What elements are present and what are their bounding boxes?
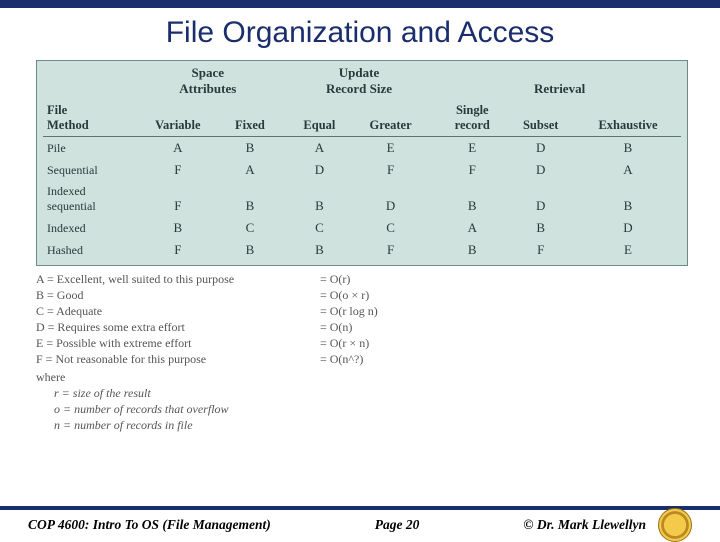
footer-bar: COP 4600: Intro To OS (File Management) … [0, 506, 720, 540]
cell: B [220, 181, 280, 217]
legend-def: n = number of records in file [36, 418, 296, 433]
legend-def: r = size of the result [36, 386, 296, 401]
legend-def: o = number of records that overflow [36, 402, 296, 417]
cell: B [438, 239, 506, 261]
cell: D [288, 159, 351, 181]
col-greater: Greater [351, 101, 430, 137]
legend-panel: A = Excellent, well suited to this purpo… [36, 272, 688, 433]
col-file-method: File Method [43, 101, 136, 137]
col-variable: Variable [136, 101, 220, 137]
row-label: Indexed sequential [43, 181, 136, 217]
grade-matrix-panel: Space Attributes Update Record Size Retr… [36, 60, 688, 266]
cell: D [506, 137, 575, 160]
col-single: Single record [438, 101, 506, 137]
legend-complexity: = O(n) [316, 320, 378, 335]
content-area: Space Attributes Update Record Size Retr… [0, 54, 720, 506]
cell: F [351, 159, 430, 181]
footer-page: Page 20 [271, 517, 524, 533]
legend-where: where [36, 370, 296, 385]
group-space: Space Attributes [136, 63, 280, 101]
table-row: Indexed sequential F B B D B D B [43, 181, 681, 217]
cell: C [288, 217, 351, 239]
footer-author: © Dr. Mark Llewellyn [523, 517, 646, 533]
cell: B [288, 239, 351, 261]
cell: E [575, 239, 681, 261]
cell: C [351, 217, 430, 239]
cell: B [438, 181, 506, 217]
footer-course: COP 4600: Intro To OS (File Management) [28, 517, 271, 533]
legend-grade: A = Excellent, well suited to this purpo… [36, 272, 296, 287]
cell: F [136, 181, 220, 217]
cell: A [220, 159, 280, 181]
cell: E [351, 137, 430, 160]
legend-grade: D = Requires some extra effort [36, 320, 296, 335]
col-exhaustive: Exhaustive [575, 101, 681, 137]
col-fixed: Fixed [220, 101, 280, 137]
cell: D [575, 217, 681, 239]
cell: B [575, 137, 681, 160]
grade-matrix-table: Space Attributes Update Record Size Retr… [43, 63, 681, 261]
row-label: Indexed [43, 217, 136, 239]
top-accent-bar [0, 0, 720, 8]
table-row: Indexed B C C C A B D [43, 217, 681, 239]
cell: F [136, 159, 220, 181]
cell: F [506, 239, 575, 261]
row-label: Pile [43, 137, 136, 160]
page-title: File Organization and Access [0, 8, 720, 54]
cell: A [288, 137, 351, 160]
cell: B [288, 181, 351, 217]
cell: F [136, 239, 220, 261]
cell: D [506, 159, 575, 181]
col-equal: Equal [288, 101, 351, 137]
cell: F [438, 159, 506, 181]
legend-complexity: = O(r log n) [316, 304, 378, 319]
legend-complexity: = O(n^?) [316, 352, 378, 367]
cell: A [575, 159, 681, 181]
cell: B [506, 217, 575, 239]
legend-complexity: = O(r) [316, 272, 378, 287]
table-row: Pile A B A E E D B [43, 137, 681, 160]
cell: F [351, 239, 430, 261]
ucf-seal-icon [658, 508, 692, 542]
legend-grade: C = Adequate [36, 304, 296, 319]
legend-complexity: = O(o × r) [316, 288, 378, 303]
cell: B [575, 181, 681, 217]
legend-grade: B = Good [36, 288, 296, 303]
col-subset: Subset [506, 101, 575, 137]
row-label: Hashed [43, 239, 136, 261]
cell: C [220, 217, 280, 239]
group-update: Update Record Size [288, 63, 430, 101]
cell: D [506, 181, 575, 217]
cell: E [438, 137, 506, 160]
table-row: Sequential F A D F F D A [43, 159, 681, 181]
table-row: Hashed F B B F B F E [43, 239, 681, 261]
cell: A [438, 217, 506, 239]
legend-complexity: = O(r × n) [316, 336, 378, 351]
group-retrieval: Retrieval [438, 63, 681, 101]
row-label: Sequential [43, 159, 136, 181]
cell: B [136, 217, 220, 239]
cell: D [351, 181, 430, 217]
legend-grade: E = Possible with extreme effort [36, 336, 296, 351]
legend-grade: F = Not reasonable for this purpose [36, 352, 296, 367]
cell: B [220, 239, 280, 261]
cell: A [136, 137, 220, 160]
cell: B [220, 137, 280, 160]
